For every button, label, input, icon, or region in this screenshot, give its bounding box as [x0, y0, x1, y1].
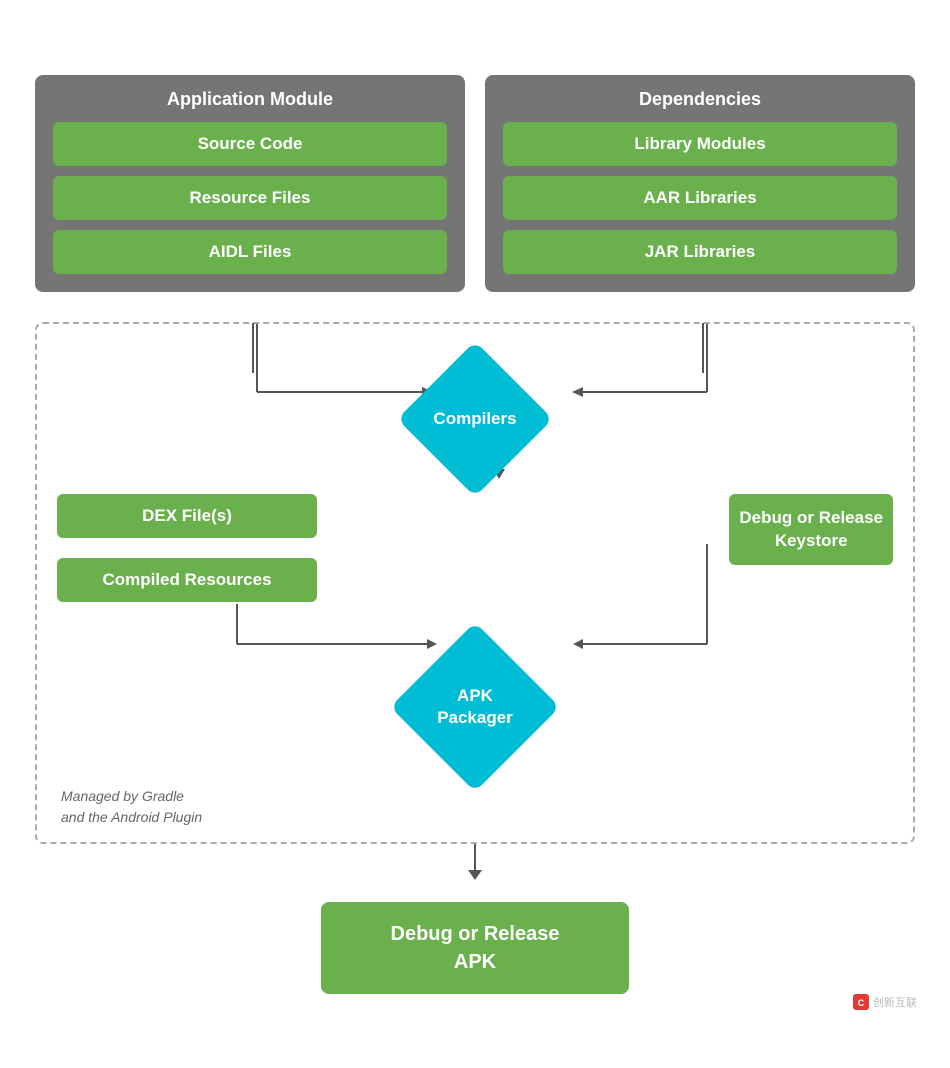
aidl-files-btn: AIDL Files: [53, 230, 447, 274]
compiled-resources-btn: Compiled Resources: [57, 558, 317, 602]
keystore-btn: Debug or Release Keystore: [729, 494, 893, 566]
library-modules-btn: Library Modules: [503, 122, 897, 166]
watermark: C 创新互联: [853, 994, 917, 1010]
final-apk-row: Debug or Release APK: [35, 902, 915, 994]
svg-text:C: C: [858, 998, 865, 1008]
diagram: Application Module Source Code Resource …: [25, 55, 925, 1014]
gradle-line1: Managed by Gradle: [61, 786, 202, 807]
gradle-line2: and the Android Plugin: [61, 807, 202, 828]
dex-files-btn: DEX File(s): [57, 494, 317, 538]
final-apk-btn: Debug or Release APK: [321, 902, 630, 994]
middle-row: DEX File(s) Compiled Resources Debug or …: [57, 494, 893, 602]
gradle-note: Managed by Gradle and the Android Plugin: [61, 786, 202, 828]
final-arrow-shaft: [474, 844, 476, 872]
aar-libraries-btn: AAR Libraries: [503, 176, 897, 220]
compilers-label: Compilers: [433, 409, 516, 429]
packager-label: APK Packager: [437, 684, 513, 728]
dependencies-box: Dependencies Library Modules AAR Librari…: [485, 75, 915, 292]
packager-row: APK Packager: [57, 652, 893, 762]
top-row: Application Module Source Code Resource …: [35, 75, 915, 292]
left-col: DEX File(s) Compiled Resources: [57, 494, 317, 602]
dependencies-title: Dependencies: [503, 89, 897, 110]
compilers-row: Compilers: [57, 374, 893, 464]
source-code-btn: Source Code: [53, 122, 447, 166]
right-col: Debug or Release Keystore: [337, 494, 893, 566]
watermark-icon: C: [853, 994, 869, 1010]
final-arrow-head: [468, 870, 482, 880]
application-module-box: Application Module Source Code Resource …: [35, 75, 465, 292]
application-module-title: Application Module: [53, 89, 447, 110]
resource-files-btn: Resource Files: [53, 176, 447, 220]
packager-diamond-wrapper: APK Packager: [395, 652, 555, 762]
dashed-area: Compilers DEX File(s) Compiled Resources…: [35, 322, 915, 844]
compilers-diamond-wrapper: Compilers: [395, 374, 555, 464]
jar-libraries-btn: JAR Libraries: [503, 230, 897, 274]
